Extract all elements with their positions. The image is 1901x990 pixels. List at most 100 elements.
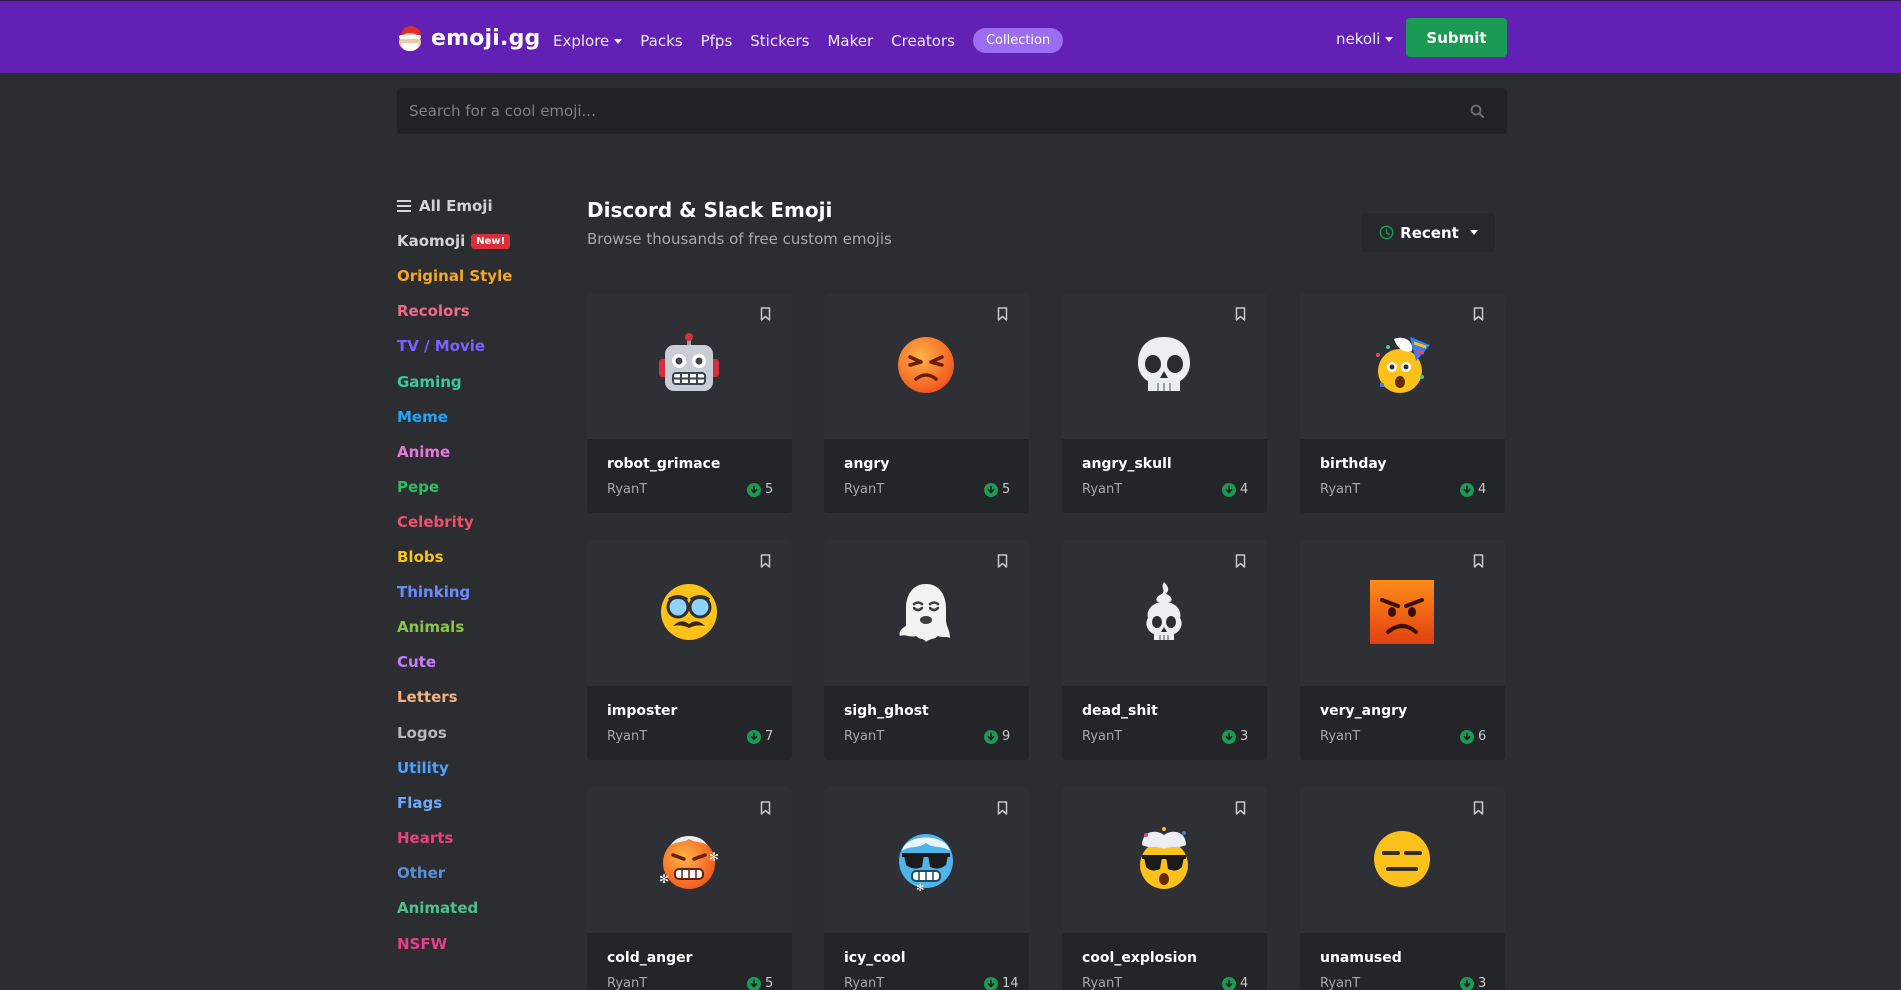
chevron-down-icon bbox=[1385, 37, 1394, 42]
sidebar-item-tv-movie[interactable]: TV / Movie bbox=[397, 337, 485, 355]
emoji-card[interactable]: very_angry RyanT 6 bbox=[1300, 540, 1505, 760]
emoji-card[interactable]: ✻ icy_cool RyanT 14 bbox=[824, 787, 1029, 990]
user-menu[interactable]: nekoli bbox=[1336, 30, 1394, 48]
emoji-preview[interactable]: ✻ bbox=[824, 787, 1029, 933]
emoji-name[interactable]: angry_skull bbox=[1082, 456, 1172, 472]
emoji-author[interactable]: RyanT bbox=[1082, 482, 1122, 497]
emoji-preview[interactable] bbox=[1062, 293, 1267, 439]
emoji-preview[interactable]: ✻ ✻ bbox=[587, 787, 792, 933]
emoji-card[interactable]: robot_grimace RyanT 5 bbox=[587, 293, 792, 513]
emoji-author[interactable]: RyanT bbox=[1320, 482, 1360, 497]
brand-link[interactable]: emoji.gg bbox=[397, 23, 541, 53]
sidebar-item-celebrity[interactable]: Celebrity bbox=[397, 513, 474, 531]
sidebar-item-label: Blobs bbox=[397, 548, 444, 566]
emoji-preview[interactable] bbox=[1300, 293, 1505, 439]
emoji-preview[interactable] bbox=[824, 540, 1029, 686]
emoji-author[interactable]: RyanT bbox=[1320, 729, 1360, 744]
bookmark-icon[interactable] bbox=[1235, 554, 1246, 568]
nav-pfps[interactable]: Pfps bbox=[701, 32, 733, 50]
sidebar-item-nsfw[interactable]: NSFW bbox=[397, 935, 447, 953]
emoji-card[interactable]: ✻ ✻ cold_anger RyanT 5 bbox=[587, 787, 792, 990]
bookmark-icon[interactable] bbox=[760, 801, 771, 815]
sidebar-item-animated[interactable]: Animated bbox=[397, 899, 478, 917]
sidebar-item-original-style[interactable]: Original Style bbox=[397, 267, 512, 285]
emoji-preview[interactable] bbox=[587, 293, 792, 439]
collection-button[interactable]: Collection bbox=[972, 28, 1064, 53]
download-count: 9 bbox=[984, 729, 1010, 744]
sidebar-item-logos[interactable]: Logos bbox=[397, 724, 447, 742]
bookmark-icon[interactable] bbox=[1473, 554, 1484, 568]
bookmark-icon[interactable] bbox=[1235, 801, 1246, 815]
nav-stickers[interactable]: Stickers bbox=[750, 32, 809, 50]
sidebar-item-cute[interactable]: Cute bbox=[397, 653, 436, 671]
bookmark-icon[interactable] bbox=[997, 554, 1008, 568]
emoji-card[interactable]: angry_skull RyanT 4 bbox=[1062, 293, 1267, 513]
sidebar-item-all-emoji[interactable]: All Emoji bbox=[397, 197, 493, 215]
sidebar-item-animals[interactable]: Animals bbox=[397, 618, 464, 636]
nav-packs[interactable]: Packs bbox=[640, 32, 682, 50]
sidebar-item-gaming[interactable]: Gaming bbox=[397, 373, 462, 391]
emoji-preview[interactable] bbox=[1062, 787, 1267, 933]
emoji-card[interactable]: unamused RyanT 3 bbox=[1300, 787, 1505, 990]
sidebar-item-label: Anime bbox=[397, 443, 451, 461]
search-input[interactable] bbox=[409, 88, 1449, 134]
emoji-name[interactable]: dead_shit bbox=[1082, 703, 1158, 719]
emoji-name[interactable]: angry bbox=[844, 456, 889, 472]
emoji-name[interactable]: robot_grimace bbox=[607, 456, 720, 472]
emoji-card[interactable]: imposter RyanT 7 bbox=[587, 540, 792, 760]
emoji-author[interactable]: RyanT bbox=[844, 729, 884, 744]
bookmark-icon[interactable] bbox=[1473, 801, 1484, 815]
bookmark-icon[interactable] bbox=[997, 801, 1008, 815]
emoji-author[interactable]: RyanT bbox=[844, 976, 884, 990]
emoji-author[interactable]: RyanT bbox=[607, 482, 647, 497]
emoji-card-info bbox=[824, 686, 1029, 760]
sidebar-item-recolors[interactable]: Recolors bbox=[397, 302, 470, 320]
sidebar-item-hearts[interactable]: Hearts bbox=[397, 829, 453, 847]
bookmark-icon[interactable] bbox=[760, 554, 771, 568]
emoji-name[interactable]: sigh_ghost bbox=[844, 703, 929, 719]
emoji-preview[interactable] bbox=[587, 540, 792, 686]
emoji-preview[interactable] bbox=[1300, 787, 1505, 933]
emoji-preview[interactable] bbox=[824, 293, 1029, 439]
emoji-name[interactable]: cold_anger bbox=[607, 950, 693, 966]
bookmark-icon[interactable] bbox=[997, 307, 1008, 321]
bookmark-icon[interactable] bbox=[1473, 307, 1484, 321]
sidebar-item-flags[interactable]: Flags bbox=[397, 794, 442, 812]
emoji-name[interactable]: very_angry bbox=[1320, 703, 1407, 719]
nav-creators[interactable]: Creators bbox=[891, 32, 955, 50]
emoji-card[interactable]: cool_explosion RyanT 4 bbox=[1062, 787, 1267, 990]
sidebar-item-thinking[interactable]: Thinking bbox=[397, 583, 470, 601]
bookmark-icon[interactable] bbox=[1235, 307, 1246, 321]
emoji-name[interactable]: unamused bbox=[1320, 950, 1402, 966]
sidebar-item-pepe[interactable]: Pepe bbox=[397, 478, 439, 496]
sidebar-item-letters[interactable]: Letters bbox=[397, 688, 458, 706]
emoji-author[interactable]: RyanT bbox=[844, 482, 884, 497]
sort-dropdown[interactable]: Recent bbox=[1362, 213, 1495, 252]
emoji-card[interactable]: angry RyanT 5 bbox=[824, 293, 1029, 513]
bookmark-icon[interactable] bbox=[760, 307, 771, 321]
nav-explore[interactable]: Explore bbox=[553, 32, 623, 50]
nav-maker[interactable]: Maker bbox=[827, 32, 873, 50]
emoji-name[interactable]: imposter bbox=[607, 703, 677, 719]
emoji-author[interactable]: RyanT bbox=[1082, 976, 1122, 990]
sidebar-item-other[interactable]: Other bbox=[397, 864, 445, 882]
emoji-preview[interactable] bbox=[1300, 540, 1505, 686]
emoji-author[interactable]: RyanT bbox=[1320, 976, 1360, 990]
emoji-card[interactable]: sigh_ghost RyanT 9 bbox=[824, 540, 1029, 760]
sidebar-item-kaomoji[interactable]: Kaomoji New! bbox=[397, 232, 511, 250]
emoji-name[interactable]: cool_explosion bbox=[1082, 950, 1197, 966]
emoji-author[interactable]: RyanT bbox=[607, 729, 647, 744]
sidebar-item-blobs[interactable]: Blobs bbox=[397, 548, 444, 566]
sidebar-item-anime[interactable]: Anime bbox=[397, 443, 450, 461]
submit-button[interactable]: Submit bbox=[1406, 18, 1507, 57]
search-icon[interactable] bbox=[1470, 104, 1484, 118]
emoji-author[interactable]: RyanT bbox=[607, 976, 647, 990]
sidebar-item-meme[interactable]: Meme bbox=[397, 408, 448, 426]
emoji-card[interactable]: birthday RyanT 4 bbox=[1300, 293, 1505, 513]
emoji-preview[interactable] bbox=[1062, 540, 1267, 686]
sidebar-item-utility[interactable]: Utility bbox=[397, 759, 449, 777]
emoji-name[interactable]: birthday bbox=[1320, 456, 1387, 472]
emoji-author[interactable]: RyanT bbox=[1082, 729, 1122, 744]
emoji-name[interactable]: icy_cool bbox=[844, 950, 906, 966]
emoji-card[interactable]: dead_shit RyanT 3 bbox=[1062, 540, 1267, 760]
